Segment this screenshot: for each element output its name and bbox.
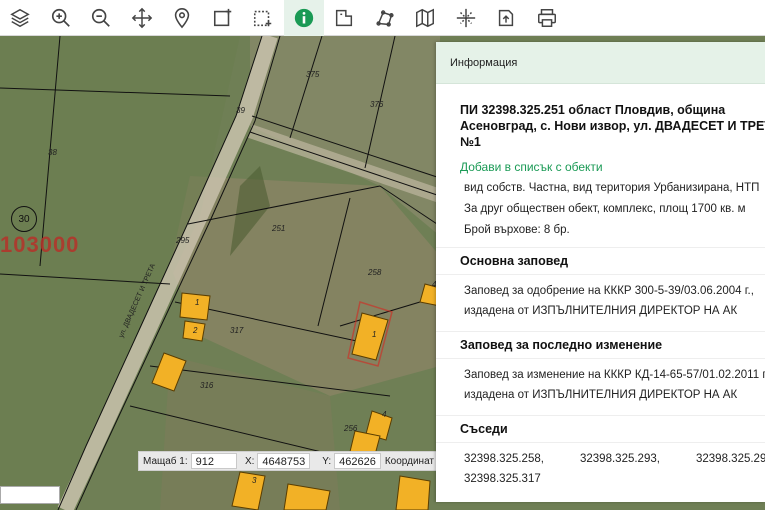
zone-number-circle: 30: [11, 206, 37, 232]
draw-polygon-button[interactable]: [365, 0, 406, 36]
neighbor-item[interactable]: 32398.325.293,: [580, 449, 696, 469]
info-panel-body: ПИ 32398.325.251 област Пловдив, община …: [436, 84, 765, 489]
section-title-last-change: Заповед за последно изменение: [436, 331, 765, 359]
plot-label: 1: [372, 330, 377, 339]
plot-label: 251: [272, 224, 286, 233]
print-icon: [537, 8, 556, 27]
parcel-title: ПИ 32398.325.251 област Пловдив, община …: [460, 103, 765, 149]
location-pin-icon: [175, 7, 190, 28]
cadastral-area-number: 103000: [0, 232, 80, 257]
plot-label: 38: [48, 148, 57, 157]
info-panel-header: Информация: [436, 42, 765, 84]
clear-selection-button[interactable]: [243, 0, 284, 36]
description-line: За друг обществен обект, комплекс, площ …: [464, 203, 746, 215]
plot-label: 3: [252, 476, 257, 485]
zoom-in-button[interactable]: [41, 0, 82, 36]
plot-label: 375: [306, 70, 320, 79]
draw-polygon-icon: [376, 9, 394, 27]
plot-label: 2: [193, 326, 198, 335]
pan-icon: [131, 7, 152, 28]
section-title-neighbors: Съседи: [436, 415, 765, 443]
plot-label: 317: [230, 326, 244, 335]
print-button[interactable]: [527, 0, 568, 36]
x-label: X:: [244, 455, 255, 467]
description-line: вид собств. Частна, вид територия Урбани…: [464, 182, 760, 194]
x-coordinate-field: 4648753: [257, 453, 311, 469]
select-area-icon: [213, 8, 231, 26]
measure-area-icon: [336, 9, 353, 26]
map-icon: [416, 8, 435, 27]
description-line: Брой върхове: 8 бр.: [464, 224, 570, 236]
layers-icon: [10, 8, 31, 27]
info-panel: Информация ПИ 32398.325.251 област Пловд…: [436, 42, 765, 502]
toolbar: [0, 0, 765, 36]
plot-label: 256: [344, 424, 358, 433]
coordinate-grid-button[interactable]: [446, 0, 487, 36]
map-button[interactable]: [405, 0, 446, 36]
plot-label: 1: [195, 298, 200, 307]
zoom-in-icon: [51, 8, 70, 27]
scale-bar: [0, 486, 60, 504]
export-icon: [499, 9, 514, 26]
plot-label: 295: [176, 236, 190, 245]
main-order-text: Заповед за одобрение на КККР 300-5-39/03…: [464, 285, 754, 317]
add-to-list-link[interactable]: Добави в списък с обекти: [460, 160, 765, 174]
select-area-button[interactable]: [203, 0, 244, 36]
export-button[interactable]: [486, 0, 527, 36]
location-button[interactable]: [162, 0, 203, 36]
zoom-out-icon: [92, 8, 111, 27]
section-title-main-order: Основна заповед: [436, 247, 765, 275]
plot-label: 4: [382, 410, 387, 419]
zoom-out-button[interactable]: [81, 0, 122, 36]
plot-label: 316: [200, 381, 214, 390]
neighbor-item[interactable]: 32398.325.295,: [696, 449, 765, 469]
coordinate-system-label: Координат: [384, 455, 434, 467]
measure-area-button[interactable]: [324, 0, 365, 36]
plot-label: 39: [236, 106, 245, 115]
coordinates-bar: Мащаб 1: 912 X: 4648753 Y: 462626 Коорди…: [138, 451, 438, 471]
y-label: Y:: [322, 455, 332, 467]
neighbor-item[interactable]: 32398.325.317: [464, 469, 580, 489]
info-button[interactable]: [283, 0, 324, 36]
clear-selection-icon: [254, 10, 272, 26]
y-coordinate-field: 462626: [334, 453, 381, 469]
plot-label: 376: [370, 100, 384, 109]
neighbor-item[interactable]: 32398.325.258,: [464, 449, 580, 469]
info-panel-title: Информация: [450, 56, 518, 69]
neighbors-list: 32398.325.258, 32398.325.293, 32398.325.…: [460, 443, 765, 489]
coordinate-grid-icon: [456, 8, 475, 27]
last-change-text: Заповед за изменение на КККР КД-14-65-57…: [464, 369, 765, 401]
info-icon: [294, 8, 313, 27]
parcel-description: вид собств. Частна, вид територия Урбани…: [460, 178, 765, 241]
plot-label: 258: [368, 268, 382, 277]
scale-label: Мащаб 1:: [143, 455, 188, 467]
layers-button[interactable]: [0, 0, 41, 36]
pan-button[interactable]: [122, 0, 163, 36]
scale-input[interactable]: 912: [190, 453, 237, 469]
